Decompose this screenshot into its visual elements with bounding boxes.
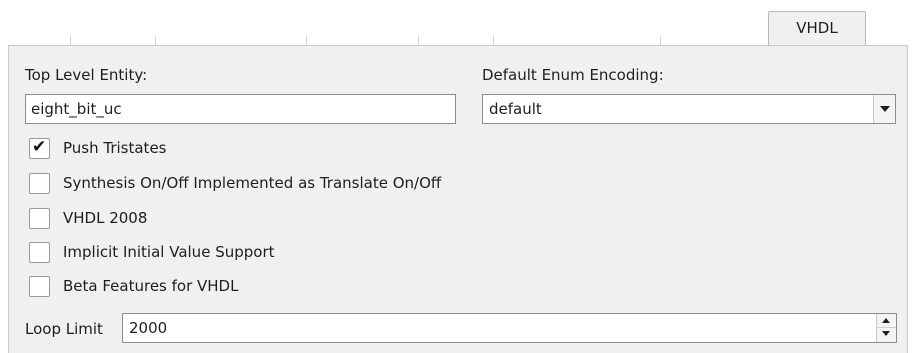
chevron-down-icon <box>880 106 890 112</box>
checkbox-label: VHDL 2008 <box>63 209 148 227</box>
spin-down-icon <box>882 331 890 336</box>
checkmark-icon: ✔ <box>32 136 47 157</box>
checkbox-box[interactable] <box>29 172 50 194</box>
spinner-buttons <box>876 314 896 342</box>
enum-encoding-value: default <box>489 100 542 118</box>
checkbox-label: Beta Features for VHDL <box>63 277 239 295</box>
default-enum-encoding-label: Default Enum Encoding: <box>482 66 664 84</box>
enum-encoding-dropdown-button[interactable] <box>873 95 895 123</box>
loop-limit-value[interactable]: 2000 <box>129 314 167 342</box>
top-level-entity-label: Top Level Entity: <box>25 66 148 84</box>
checkbox-box[interactable]: ✔ <box>29 136 50 159</box>
loop-limit-label: Loop Limit <box>25 320 103 338</box>
tab-vhdl[interactable]: VHDL <box>768 11 866 46</box>
top-level-entity-input[interactable]: eight_bit_uc <box>25 94 456 124</box>
checkbox-label: Push Tristates <box>63 139 167 157</box>
tab-separator <box>493 36 494 45</box>
beta-features-checkbox[interactable]: Beta Features for VHDL <box>29 273 238 299</box>
checkbox-box[interactable] <box>29 275 50 297</box>
tab-separator <box>70 36 71 45</box>
tab-separator <box>418 36 419 45</box>
checkbox-box[interactable] <box>29 207 50 229</box>
tab-separator <box>155 36 156 45</box>
tab-separator <box>660 36 661 45</box>
checkbox-label: Synthesis On/Off Implemented as Translat… <box>63 174 442 192</box>
vhdl-2008-checkbox[interactable]: VHDL 2008 <box>29 205 147 231</box>
synthesis-on-off-checkbox[interactable]: Synthesis On/Off Implemented as Translat… <box>29 170 441 196</box>
default-enum-encoding-select[interactable]: default <box>482 94 896 124</box>
checkbox-box[interactable] <box>29 241 50 263</box>
spin-up-button[interactable] <box>877 314 896 328</box>
spin-up-icon <box>882 318 890 323</box>
vhdl-settings-panel: Top Level Entity: Default Enum Encoding:… <box>8 45 908 353</box>
push-tristates-checkbox[interactable]: ✔ Push Tristates <box>29 135 166 161</box>
checkbox-label: Implicit Initial Value Support <box>63 243 275 261</box>
implicit-initial-value-checkbox[interactable]: Implicit Initial Value Support <box>29 239 275 265</box>
tab-strip: VHDL <box>0 0 916 46</box>
tab-separator <box>306 36 307 45</box>
spin-down-button[interactable] <box>877 328 896 342</box>
loop-limit-spinner[interactable]: 2000 <box>122 313 897 343</box>
